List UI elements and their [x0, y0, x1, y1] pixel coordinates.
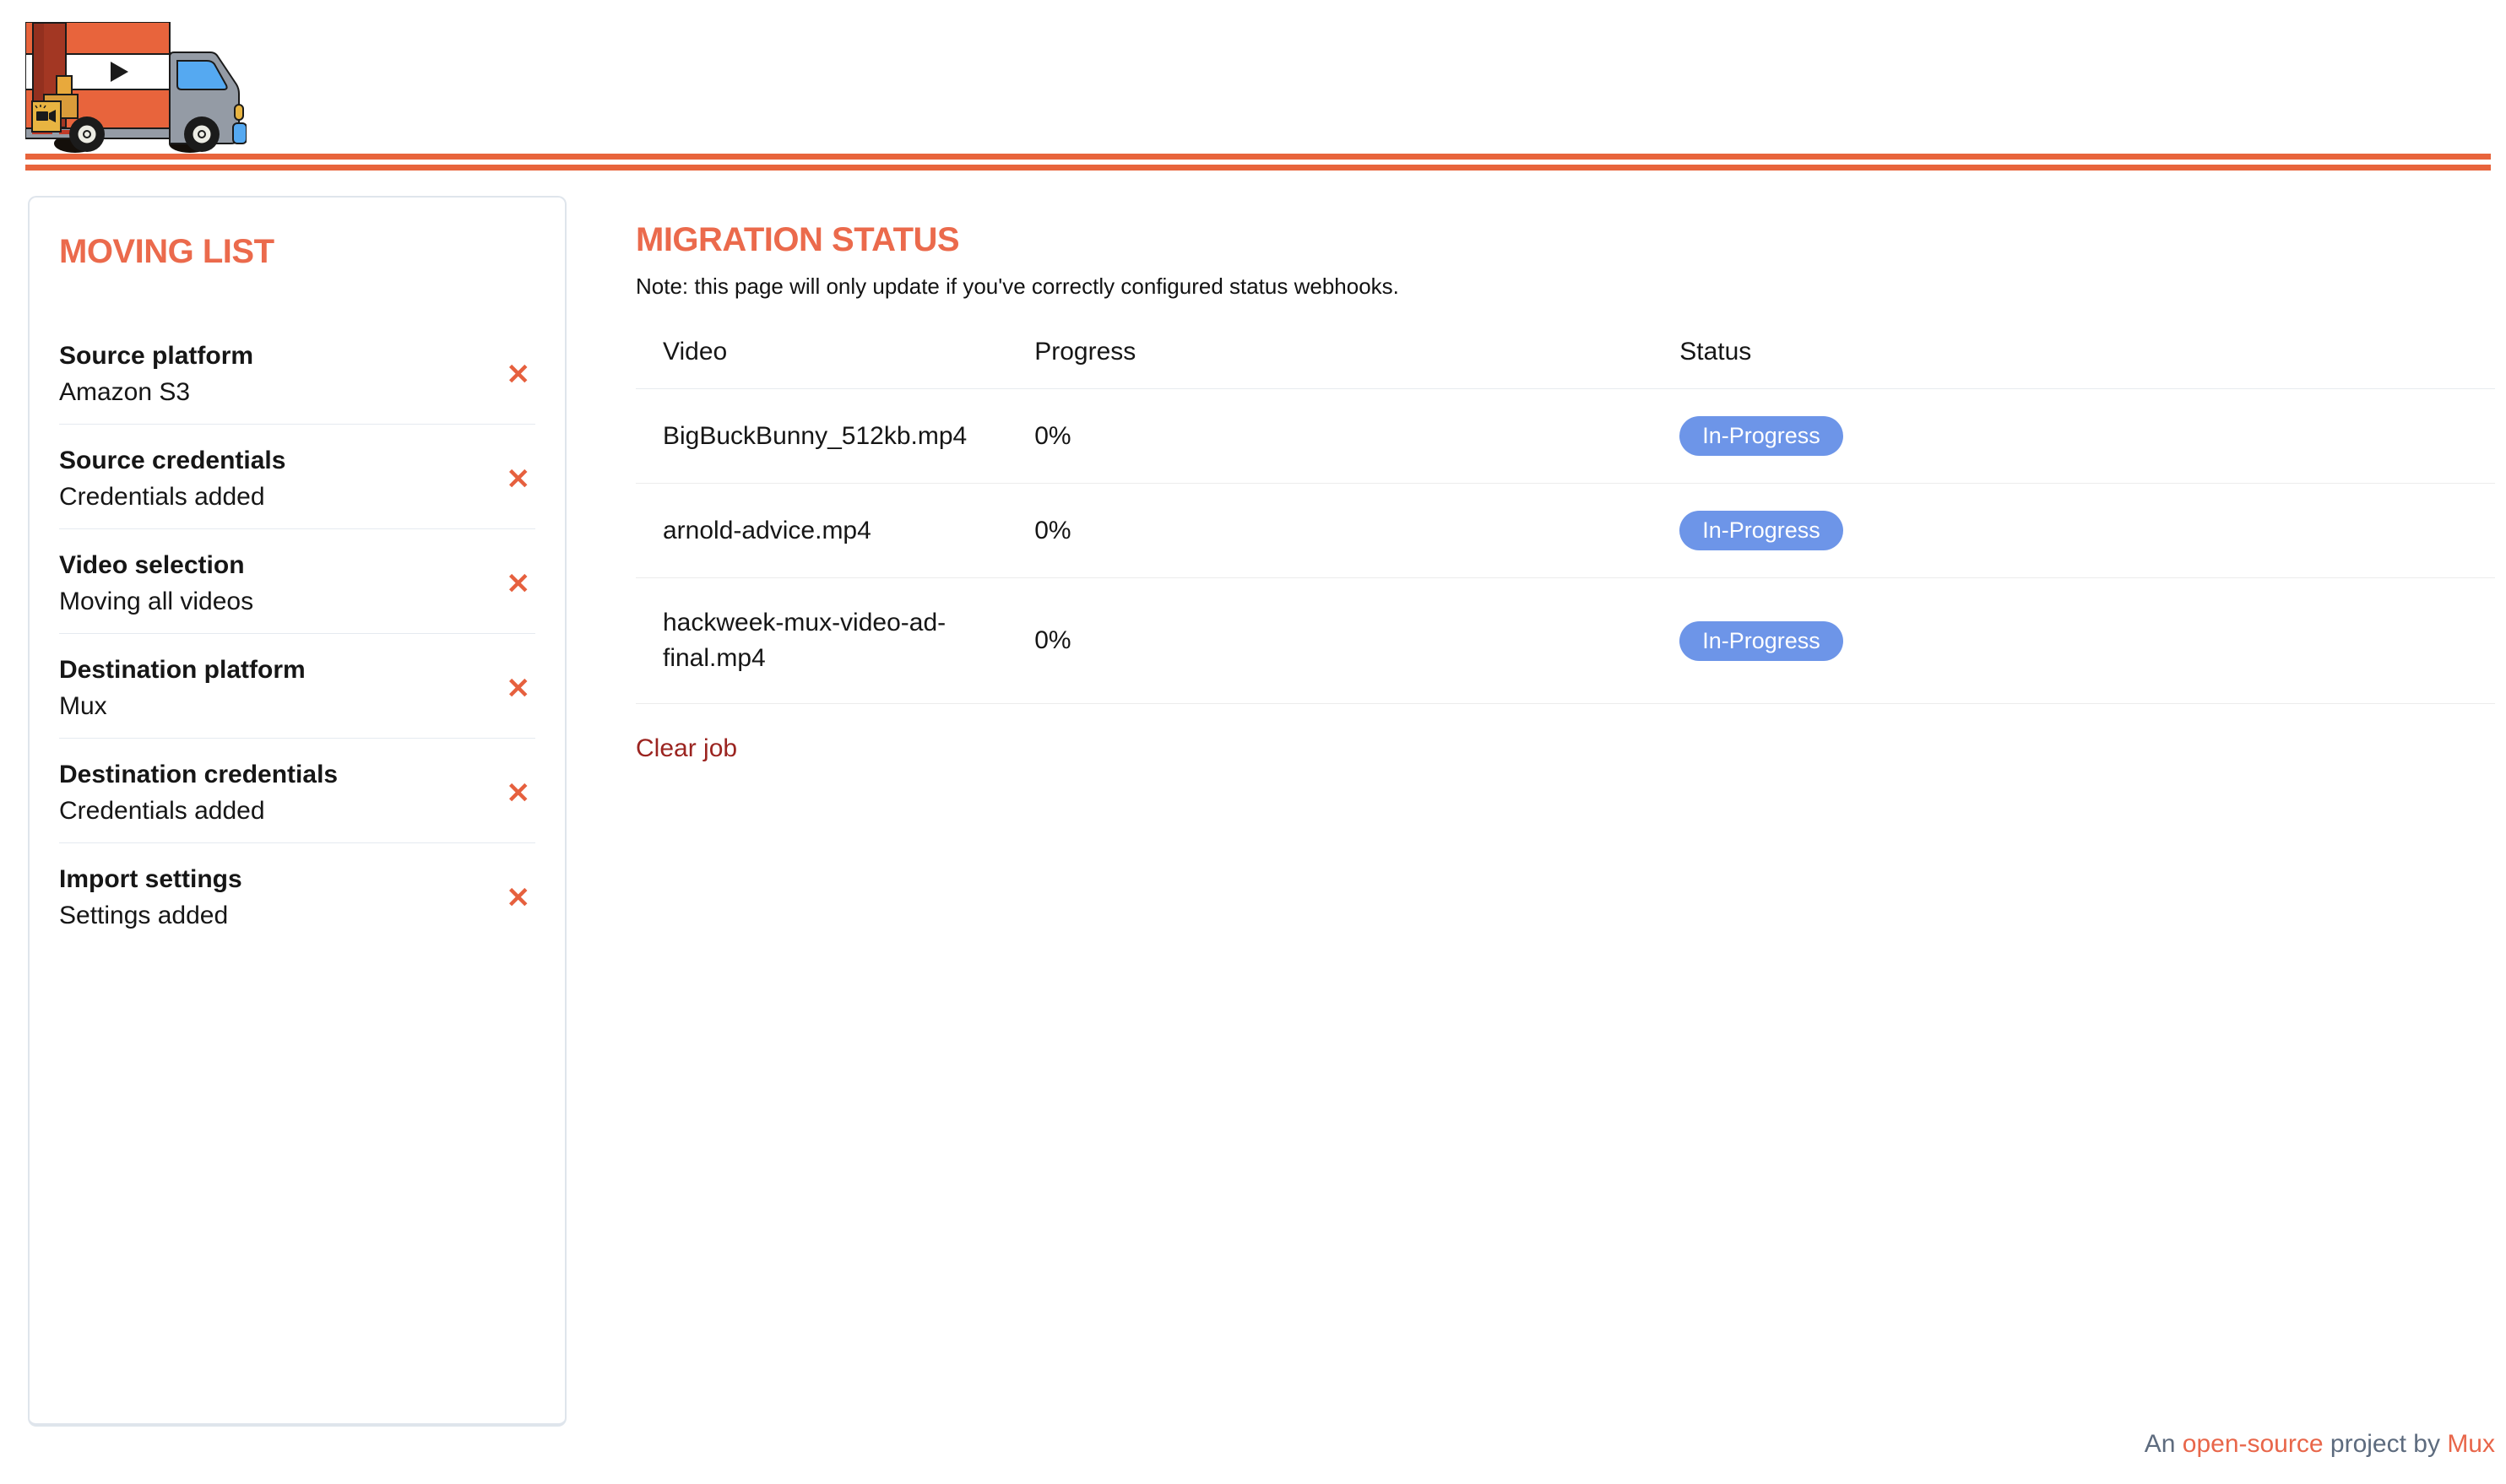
item-value: Mux	[59, 691, 306, 723]
footer-text-middle: project by	[2330, 1430, 2440, 1458]
divider-line-bottom	[25, 165, 2491, 171]
progress-cell: 0%	[1007, 578, 1652, 704]
video-name-cell: hackweek-mux-video-ad-final.mp4	[636, 578, 1007, 704]
moving-list-card: MOVING LIST Source platform Amazon S3 ✕ …	[28, 196, 567, 1427]
status-cell: In-Progress	[1652, 389, 2495, 484]
status-badge: In-Progress	[1679, 621, 1843, 661]
item-value: Moving all videos	[59, 586, 253, 618]
remove-destination-credentials-button[interactable]: ✕	[502, 779, 536, 808]
x-icon: ✕	[507, 882, 531, 914]
list-item-source-credentials: Source credentials Credentials added ✕	[59, 425, 535, 529]
remove-destination-platform-button[interactable]: ✕	[502, 674, 536, 703]
list-item-source-platform: Source platform Amazon S3 ✕	[59, 320, 535, 425]
item-value: Settings added	[59, 900, 242, 932]
progress-cell: 0%	[1007, 389, 1652, 484]
column-header-progress: Progress	[1007, 338, 1652, 389]
x-icon: ✕	[507, 463, 531, 496]
video-name-cell: arnold-advice.mp4	[636, 484, 1007, 578]
migration-status-section: MIGRATION STATUS Note: this page will on…	[636, 219, 2495, 763]
open-source-link[interactable]: open-source	[2183, 1430, 2324, 1458]
list-item-text: Destination credentials Credentials adde…	[59, 759, 338, 827]
divider-line-top	[25, 154, 2491, 160]
footer: An open-source project by Mux	[2145, 1430, 2495, 1459]
list-item-text: Destination platform Mux	[59, 654, 306, 723]
x-icon: ✕	[507, 568, 531, 600]
x-icon: ✕	[507, 673, 531, 705]
x-icon: ✕	[507, 359, 531, 391]
item-value: Amazon S3	[59, 376, 253, 409]
video-name-cell: BigBuckBunny_512kb.mp4	[636, 389, 1007, 484]
x-icon: ✕	[507, 777, 531, 810]
list-item-destination-credentials: Destination credentials Credentials adde…	[59, 739, 535, 843]
table-header-row: Video Progress Status	[636, 338, 2495, 389]
remove-video-selection-button[interactable]: ✕	[502, 570, 536, 598]
list-item-text: Video selection Moving all videos	[59, 550, 253, 618]
list-item-text: Source platform Amazon S3	[59, 340, 253, 409]
table-row: BigBuckBunny_512kb.mp4 0% In-Progress	[636, 389, 2495, 484]
moving-list-title: MOVING LIST	[59, 233, 535, 271]
list-item-video-selection: Video selection Moving all videos ✕	[59, 529, 535, 634]
item-label: Video selection	[59, 550, 253, 582]
status-badge: In-Progress	[1679, 416, 1843, 456]
list-item-text: Import settings Settings added	[59, 864, 242, 932]
list-item-destination-platform: Destination platform Mux ✕	[59, 634, 535, 739]
remove-source-credentials-button[interactable]: ✕	[502, 465, 536, 494]
progress-cell: 0%	[1007, 484, 1652, 578]
remove-import-settings-button[interactable]: ✕	[502, 884, 536, 913]
item-label: Source platform	[59, 340, 253, 372]
table-row: hackweek-mux-video-ad-final.mp4 0% In-Pr…	[636, 578, 2495, 704]
clear-job-link[interactable]: Clear job	[636, 734, 737, 763]
list-item-import-settings: Import settings Settings added ✕	[59, 843, 535, 947]
item-value: Credentials added	[59, 481, 285, 513]
column-header-status: Status	[1652, 338, 2495, 389]
item-label: Import settings	[59, 864, 242, 896]
migration-table: Video Progress Status BigBuckBunny_512kb…	[636, 338, 2495, 704]
item-label: Destination credentials	[59, 759, 338, 791]
footer-text-prefix: An	[2145, 1430, 2176, 1458]
remove-source-platform-button[interactable]: ✕	[502, 360, 536, 389]
mux-link[interactable]: Mux	[2447, 1430, 2495, 1458]
column-header-video: Video	[636, 338, 1007, 389]
status-badge: In-Progress	[1679, 511, 1843, 550]
item-label: Destination platform	[59, 654, 306, 686]
list-item-text: Source credentials Credentials added	[59, 445, 285, 513]
item-label: Source credentials	[59, 445, 285, 477]
webhook-note: Note: this page will only update if you'…	[636, 272, 2495, 301]
migration-status-title: MIGRATION STATUS	[636, 219, 2495, 260]
item-value: Credentials added	[59, 795, 338, 827]
status-cell: In-Progress	[1652, 484, 2495, 578]
status-cell: In-Progress	[1652, 578, 2495, 704]
moving-truck-logo-icon	[25, 22, 247, 157]
table-row: arnold-advice.mp4 0% In-Progress	[636, 484, 2495, 578]
